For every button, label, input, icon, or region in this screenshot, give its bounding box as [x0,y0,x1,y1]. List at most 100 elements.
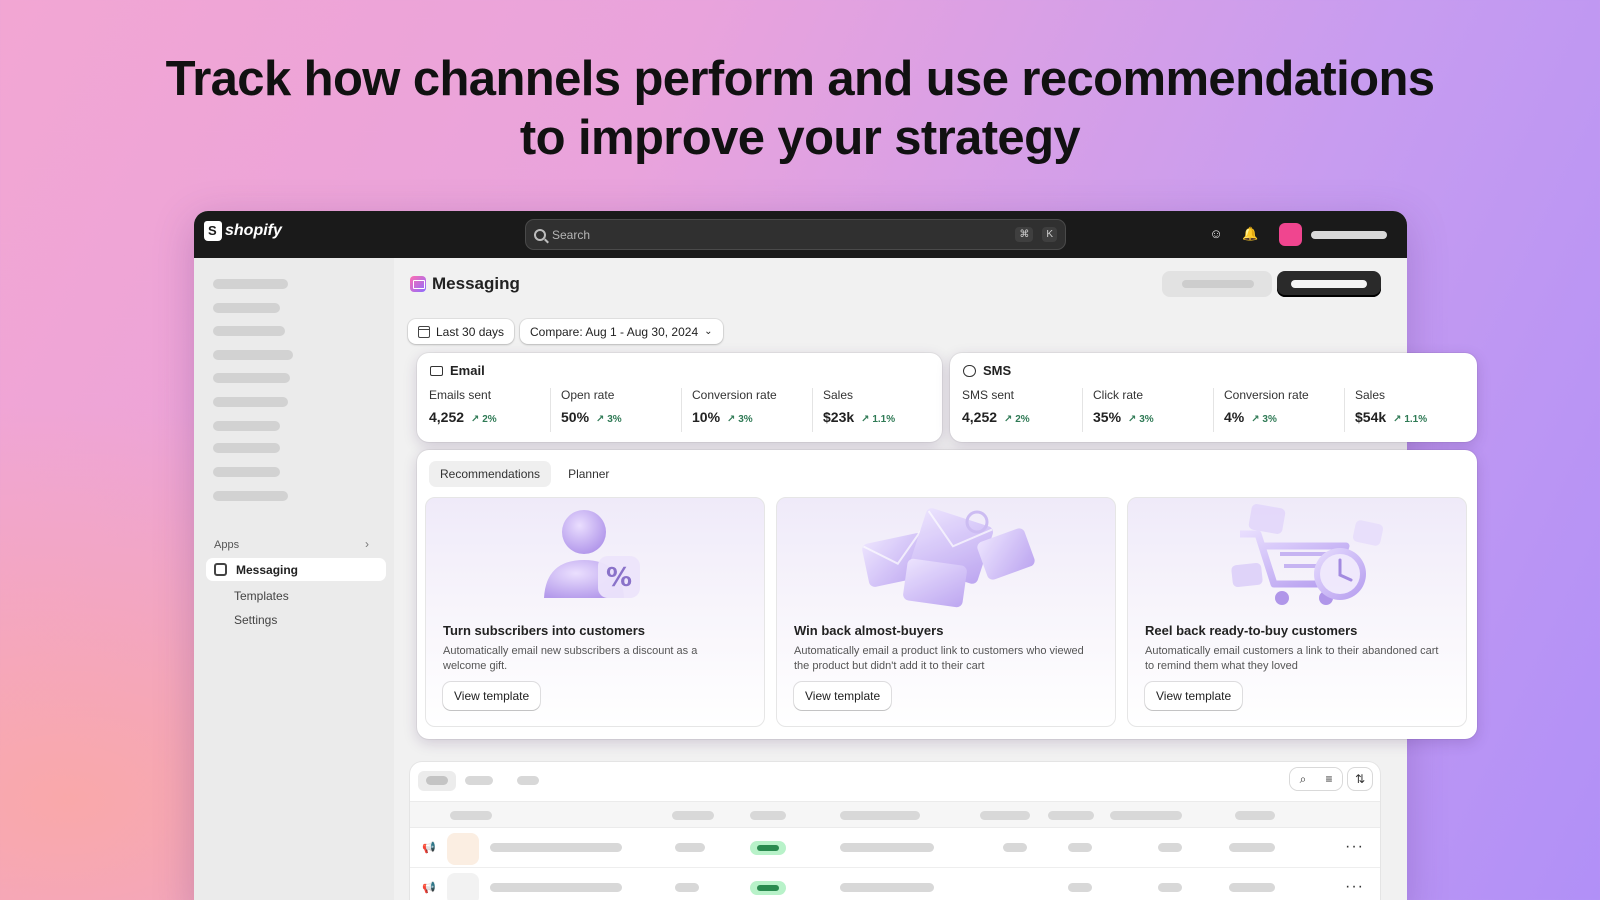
logo-text: shopify [225,222,282,239]
sidebar-item-placeholder[interactable] [213,491,288,501]
row-cell-placeholder [1158,883,1182,892]
column-header[interactable] [980,811,1030,820]
metric-sales[interactable]: Sales $23k ↗ 1.1% [812,388,940,432]
metric-label: Click rate [1093,388,1144,402]
tab-recommendations[interactable]: Recommendations [429,461,552,487]
mail-icon [430,365,443,376]
metric-delta-value: 2% [1015,414,1030,425]
column-header[interactable] [1048,811,1094,820]
column-header[interactable] [1110,811,1182,820]
date-range-picker[interactable]: Last 30 days [408,319,515,344]
sidebar: Apps › Messaging Templates Settings [194,258,394,900]
sidebar-item-placeholder[interactable] [213,279,288,289]
compare-label: Compare: Aug 1 - Aug 30, 2024 [530,324,699,339]
view-template-button[interactable]: View template [794,682,892,710]
shortcut-mod-key: ⌘ [1015,227,1034,242]
sort-icon[interactable]: ⇅ [1348,768,1372,790]
metric-delta: ↗ 2% [1004,414,1030,425]
sidebar-item-placeholder[interactable] [213,421,280,431]
avatar[interactable] [1279,223,1302,246]
email-metrics-card: Email Emails sent 4,252 ↗ 2% Open rate 50… [417,353,942,442]
calendar-icon [418,325,430,338]
sidebar-item-placeholder[interactable] [213,303,280,313]
shopify-logo[interactable]: shopify [204,221,282,241]
metric-value: 50% [561,409,590,425]
metric-sms-sent[interactable]: SMS sent 4,252 ↗ 2% [952,388,1082,432]
view-template-button[interactable]: View template [1145,682,1243,710]
metric-label: Emails sent [429,388,492,402]
row-cell-placeholder [1229,843,1275,852]
sidebar-item-placeholder[interactable] [213,326,285,336]
chevron-right-icon[interactable]: › [365,537,369,551]
search-icon [534,228,546,241]
metric-value: 4% [1224,409,1245,425]
email-card-header: Email [430,363,485,378]
row-name-placeholder [490,883,622,892]
recommendation-card-almost-buyers: Win back almost-buyers Automatically ema… [776,497,1116,727]
table-row[interactable]: 📢 ··· [410,868,1380,900]
more-actions-icon[interactable]: ··· [1345,838,1364,856]
table-tab[interactable] [517,776,539,785]
metric-delta-value: 1.1% [872,414,896,425]
headline: Track how channels perform and use recom… [0,50,1600,168]
headline-line-1: Track how channels perform and use recom… [165,52,1435,106]
bell-icon[interactable]: 🔔 [1242,226,1258,242]
view-template-button[interactable]: View template [443,682,541,710]
sidebar-item-placeholder[interactable] [213,467,280,477]
metric-click-rate[interactable]: Click rate 35% ↗ 3% [1082,388,1213,432]
shopify-bag-icon [204,221,222,241]
compare-picker[interactable]: Compare: Aug 1 - Aug 30, 2024 ⌄ [520,319,723,344]
row-cell-placeholder [840,843,934,852]
sidebar-item-placeholder[interactable] [213,443,280,453]
metric-value: 4,252 [429,409,465,425]
headline-line-2: to improve your strategy [519,111,1081,165]
metric-conversion-rate[interactable]: Conversion rate 10% ↗ 3% [681,388,812,432]
row-cell-placeholder [1068,883,1092,892]
sidebar-item-placeholder[interactable] [213,397,288,407]
sidebar-item-settings[interactable]: Settings [234,613,277,627]
row-thumbnail [447,873,479,900]
tab-planner[interactable]: Planner [557,461,620,487]
sidebar-item-messaging[interactable]: Messaging [206,558,386,581]
search-input[interactable]: Search ⌘ K [525,219,1066,250]
recommendation-description: Automatically email customers a link to … [1145,645,1439,672]
column-header[interactable] [1235,811,1275,820]
table-tab[interactable] [465,776,493,785]
chat-bubble-icon [963,364,976,377]
email-card-title: Email [450,363,485,378]
filter-icon[interactable]: ≡ [1316,768,1342,790]
metric-delta-value: 2% [482,414,497,425]
messaging-app-icon [410,276,426,292]
metric-value: 4,252 [962,409,998,425]
store-name-placeholder[interactable] [1311,231,1387,239]
primary-action-button[interactable] [1277,271,1381,297]
more-actions-icon[interactable]: ··· [1345,878,1364,896]
column-header[interactable] [450,811,492,820]
secondary-action-button[interactable] [1162,271,1272,297]
metric-open-rate[interactable]: Open rate 50% ↗ 3% [550,388,681,432]
metric-sms-sales[interactable]: Sales $54k ↗ 1.1% [1344,388,1475,432]
metric-delta: ↗ 3% [727,414,753,425]
recommendation-card-abandoned-cart: Reel back ready-to-buy customers Automat… [1127,497,1467,727]
shortcut-k-key: K [1042,227,1057,242]
recommendation-title: Win back almost-buyers [794,623,944,638]
column-header[interactable] [672,811,714,820]
row-cell-placeholder [840,883,934,892]
sidebar-item-placeholder[interactable] [213,373,290,383]
sidebar-item-label: Messaging [236,562,299,577]
metric-label: Conversion rate [692,388,777,402]
metric-value: 10% [692,409,721,425]
cart-clock-illustration [1231,504,1384,605]
row-name-placeholder [490,843,622,852]
sidekick-icon[interactable]: ☺ [1208,226,1224,242]
metric-value: $54k [1355,409,1387,425]
metric-emails-sent[interactable]: Emails sent 4,252 ↗ 2% [419,388,549,432]
table-row[interactable]: 📢 ··· [410,828,1380,868]
column-header[interactable] [840,811,920,820]
sidebar-item-templates[interactable]: Templates [234,589,289,603]
metric-sms-conversion-rate[interactable]: Conversion rate 4% ↗ 3% [1213,388,1344,432]
search-icon[interactable]: ⌕ [1290,768,1316,790]
column-header[interactable] [750,811,786,820]
sms-card-header: SMS [963,363,1011,378]
sidebar-item-placeholder[interactable] [213,350,293,360]
